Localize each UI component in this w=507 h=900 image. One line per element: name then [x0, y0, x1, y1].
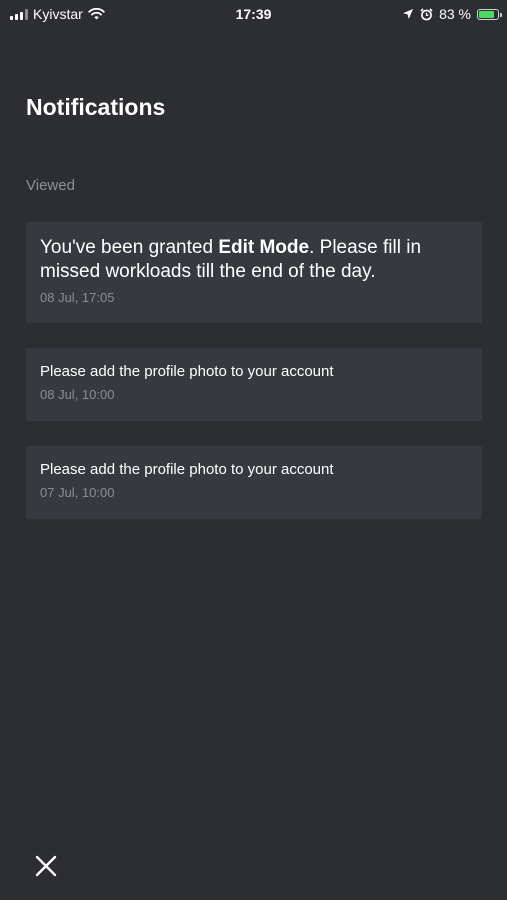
- alarm-clock-icon: [420, 7, 433, 20]
- notification-list: You've been granted Edit Mode. Please fi…: [26, 222, 482, 544]
- battery-level-fill: [479, 10, 494, 18]
- notification-timestamp: 08 Jul, 17:05: [40, 290, 115, 305]
- notification-message: Please add the profile photo to your acc…: [40, 363, 334, 380]
- close-icon: [35, 855, 57, 877]
- notification-timestamp: 07 Jul, 10:00: [40, 485, 115, 500]
- battery-charging-icon: [477, 8, 502, 20]
- notification-item[interactable]: Please add the profile photo to your acc…: [26, 348, 482, 421]
- close-button[interactable]: [33, 853, 59, 879]
- section-label-viewed: Viewed: [26, 177, 75, 194]
- notification-timestamp: 08 Jul, 10:00: [40, 387, 115, 402]
- notification-message-highlight: Edit Mode: [218, 237, 310, 258]
- notification-message: You've been granted Edit Mode. Please fi…: [40, 236, 468, 284]
- status-bar: Kyivstar 17:39 83 %: [0, 0, 507, 30]
- page-title: Notifications: [26, 94, 166, 120]
- location-arrow-icon: [403, 9, 414, 19]
- notification-item[interactable]: You've been granted Edit Mode. Please fi…: [26, 222, 482, 323]
- notification-item[interactable]: Please add the profile photo to your acc…: [26, 446, 482, 519]
- notification-message: Please add the profile photo to your acc…: [40, 461, 334, 478]
- battery-percent: 83 %: [439, 6, 471, 22]
- status-bar-right: 83 %: [402, 6, 502, 22]
- notification-message-start: You've been granted: [40, 237, 219, 258]
- notifications-screen: Kyivstar 17:39 83 % Notifications Viewed…: [0, 0, 507, 900]
